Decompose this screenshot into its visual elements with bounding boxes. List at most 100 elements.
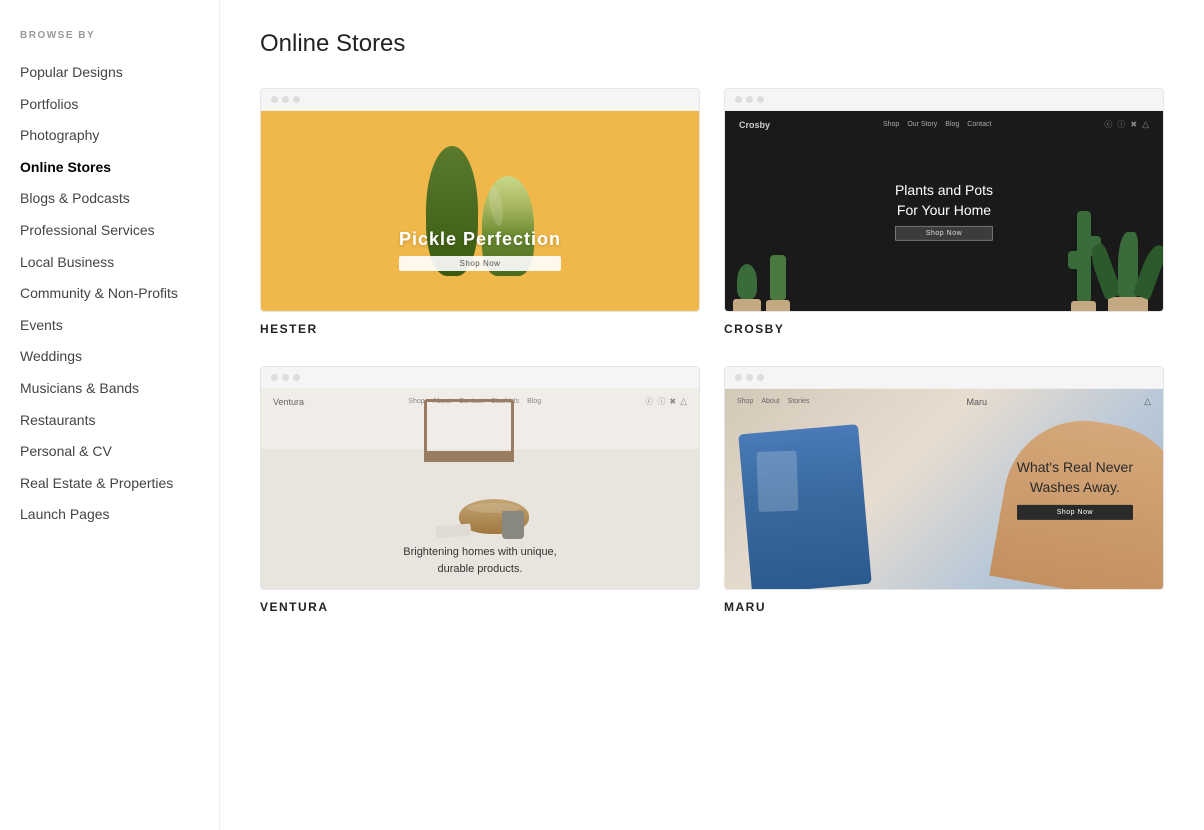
maru-name: MARU bbox=[724, 600, 1164, 614]
crosby-cta: Shop Now bbox=[895, 226, 993, 241]
sidebar-item-weddings[interactable]: Weddings bbox=[20, 341, 199, 373]
maru-link-about: About bbox=[761, 398, 779, 405]
maru-link-stories: Stories bbox=[788, 398, 810, 405]
sidebar-item-blogs-podcasts[interactable]: Blogs & Podcasts bbox=[20, 183, 199, 215]
ventura-logo-text: Ventura bbox=[273, 397, 304, 407]
page-title: Online Stores bbox=[260, 30, 1164, 58]
ventura-text: Brightening homes with unique,durable pr… bbox=[261, 544, 699, 577]
sidebar-item-real-estate[interactable]: Real Estate & Properties bbox=[20, 468, 199, 500]
sidebar-item-online-stores[interactable]: Online Stores bbox=[20, 152, 199, 184]
sidebar-item-personal-cv[interactable]: Personal & CV bbox=[20, 436, 199, 468]
crosby-nav-links: Shop Our Story Blog Contact bbox=[883, 121, 991, 128]
crosby-text: Plants and PotsFor Your Home Shop Now bbox=[895, 181, 993, 241]
sidebar-item-musicians-bands[interactable]: Musicians & Bands bbox=[20, 373, 199, 405]
crosby-icon-twitter: ✖ bbox=[1130, 120, 1137, 129]
planter-small bbox=[766, 300, 790, 311]
template-card-ventura[interactable]: Ventura Shop About Contact Stockists Blo… bbox=[260, 366, 700, 614]
sidebar-item-portfolios[interactable]: Portfolios bbox=[20, 89, 199, 121]
sidebar: BROWSE BY Popular DesignsPortfoliosPhoto… bbox=[0, 0, 220, 830]
thumb-dot-11 bbox=[746, 374, 753, 381]
chair-seat bbox=[424, 454, 514, 462]
sidebar-item-local-business[interactable]: Local Business bbox=[20, 247, 199, 279]
thumb-dot-1 bbox=[271, 96, 278, 103]
thumb-dot-5 bbox=[746, 96, 753, 103]
fern-leaves bbox=[1100, 227, 1155, 297]
crosby-name: CROSBY bbox=[724, 322, 1164, 336]
ventura-icon-3: ✖ bbox=[669, 397, 676, 406]
ventura-chair bbox=[414, 399, 524, 479]
thumb-dot-7 bbox=[271, 374, 278, 381]
crosby-icon-instagram: ⓒ bbox=[1104, 119, 1112, 130]
templates-grid: Pickle Perfection Shop Now HESTER bbox=[260, 88, 1164, 614]
sidebar-nav: Popular DesignsPortfoliosPhotographyOnli… bbox=[20, 57, 199, 531]
maru-nav-links-left: Shop About Stories bbox=[737, 398, 809, 405]
thumb-dot-4 bbox=[735, 96, 742, 103]
hester-bg: Pickle Perfection Shop Now bbox=[261, 111, 699, 311]
ventura-preview: Ventura Shop About Contact Stockists Blo… bbox=[261, 389, 699, 589]
hester-preview: Pickle Perfection Shop Now bbox=[261, 111, 699, 311]
cactus-tall-small bbox=[770, 255, 786, 300]
ventura-icon-2: ⓘ bbox=[657, 396, 665, 407]
ventura-link-blog: Blog bbox=[527, 398, 541, 405]
ventura-icons: ⓒ ⓘ ✖ △ bbox=[645, 396, 687, 407]
template-thumb-crosby: Crosby Shop Our Story Blog Contact ⓒ ⓘ ✖ bbox=[724, 88, 1164, 312]
maru-link-shop: Shop bbox=[737, 398, 753, 405]
maru-icon-cart: △ bbox=[1144, 396, 1151, 407]
thumb-bar-maru bbox=[725, 367, 1163, 389]
sidebar-item-photography[interactable]: Photography bbox=[20, 120, 199, 152]
maru-fabric bbox=[738, 424, 871, 589]
maru-text: What's Real NeverWashes Away. Shop Now bbox=[1017, 458, 1133, 520]
sidebar-item-launch-pages[interactable]: Launch Pages bbox=[20, 499, 199, 531]
crosby-link-story: Our Story bbox=[907, 121, 937, 128]
thumb-dot-2 bbox=[282, 96, 289, 103]
thumb-dot-9 bbox=[293, 374, 300, 381]
maru-cta: Shop Now bbox=[1017, 505, 1133, 520]
maru-nav: Shop About Stories Maru △ bbox=[725, 389, 1163, 414]
cactus-small-2 bbox=[766, 255, 790, 311]
sidebar-item-professional-services[interactable]: Professional Services bbox=[20, 215, 199, 247]
maru-logo-text: Maru bbox=[967, 397, 988, 407]
ventura-name: VENTURA bbox=[260, 600, 700, 614]
thumb-dot-10 bbox=[735, 374, 742, 381]
template-thumb-maru: Shop About Stories Maru △ What's Real Ne… bbox=[724, 366, 1164, 590]
planter-round bbox=[733, 299, 761, 311]
crosby-link-blog: Blog bbox=[945, 121, 959, 128]
template-card-hester[interactable]: Pickle Perfection Shop Now HESTER bbox=[260, 88, 700, 336]
hester-title: Pickle Perfection bbox=[399, 229, 561, 250]
template-card-maru[interactable]: Shop About Stories Maru △ What's Real Ne… bbox=[724, 366, 1164, 614]
crosby-nav: Crosby Shop Our Story Blog Contact ⓒ ⓘ ✖ bbox=[725, 111, 1163, 138]
maru-preview: Shop About Stories Maru △ What's Real Ne… bbox=[725, 389, 1163, 589]
thumb-bar-crosby bbox=[725, 89, 1163, 111]
thumb-dot-3 bbox=[293, 96, 300, 103]
crosby-logo-text: Crosby bbox=[739, 120, 770, 130]
sidebar-item-events[interactable]: Events bbox=[20, 310, 199, 342]
crosby-link-shop: Shop bbox=[883, 121, 899, 128]
template-thumb-ventura: Ventura Shop About Contact Stockists Blo… bbox=[260, 366, 700, 590]
chair-back bbox=[424, 399, 514, 454]
crosby-preview: Crosby Shop Our Story Blog Contact ⓒ ⓘ ✖ bbox=[725, 111, 1163, 311]
crosby-link-contact: Contact bbox=[967, 121, 991, 128]
cactus-round bbox=[737, 264, 757, 299]
maru-headline: What's Real NeverWashes Away. bbox=[1017, 458, 1133, 497]
sidebar-item-restaurants[interactable]: Restaurants bbox=[20, 405, 199, 437]
sidebar-item-popular-designs[interactable]: Popular Designs bbox=[20, 57, 199, 89]
template-thumb-hester: Pickle Perfection Shop Now bbox=[260, 88, 700, 312]
crosby-bg: Crosby Shop Our Story Blog Contact ⓒ ⓘ ✖ bbox=[725, 111, 1163, 311]
thumb-bar-ventura bbox=[261, 367, 699, 389]
cactus-body-large bbox=[1077, 211, 1091, 301]
planter-large bbox=[1071, 301, 1096, 311]
cactus-small-1 bbox=[733, 264, 761, 311]
ventura-bg: Ventura Shop About Contact Stockists Blo… bbox=[261, 389, 699, 589]
hester-text: Pickle Perfection Shop Now bbox=[399, 229, 561, 271]
plants-right bbox=[1063, 211, 1163, 311]
crosby-icon-facebook: ⓘ bbox=[1117, 119, 1125, 130]
plant-fern bbox=[1100, 227, 1155, 311]
crosby-icon-cart: △ bbox=[1142, 119, 1149, 130]
hester-cta: Shop Now bbox=[399, 256, 561, 271]
planter-fern bbox=[1108, 297, 1148, 311]
main-content: Online Stores Pickle Per bbox=[220, 0, 1204, 830]
template-card-crosby[interactable]: Crosby Shop Our Story Blog Contact ⓒ ⓘ ✖ bbox=[724, 88, 1164, 336]
ventura-icon-1: ⓒ bbox=[645, 396, 653, 407]
sidebar-item-community-non-profits[interactable]: Community & Non-Profits bbox=[20, 278, 199, 310]
plants-left bbox=[733, 255, 790, 311]
